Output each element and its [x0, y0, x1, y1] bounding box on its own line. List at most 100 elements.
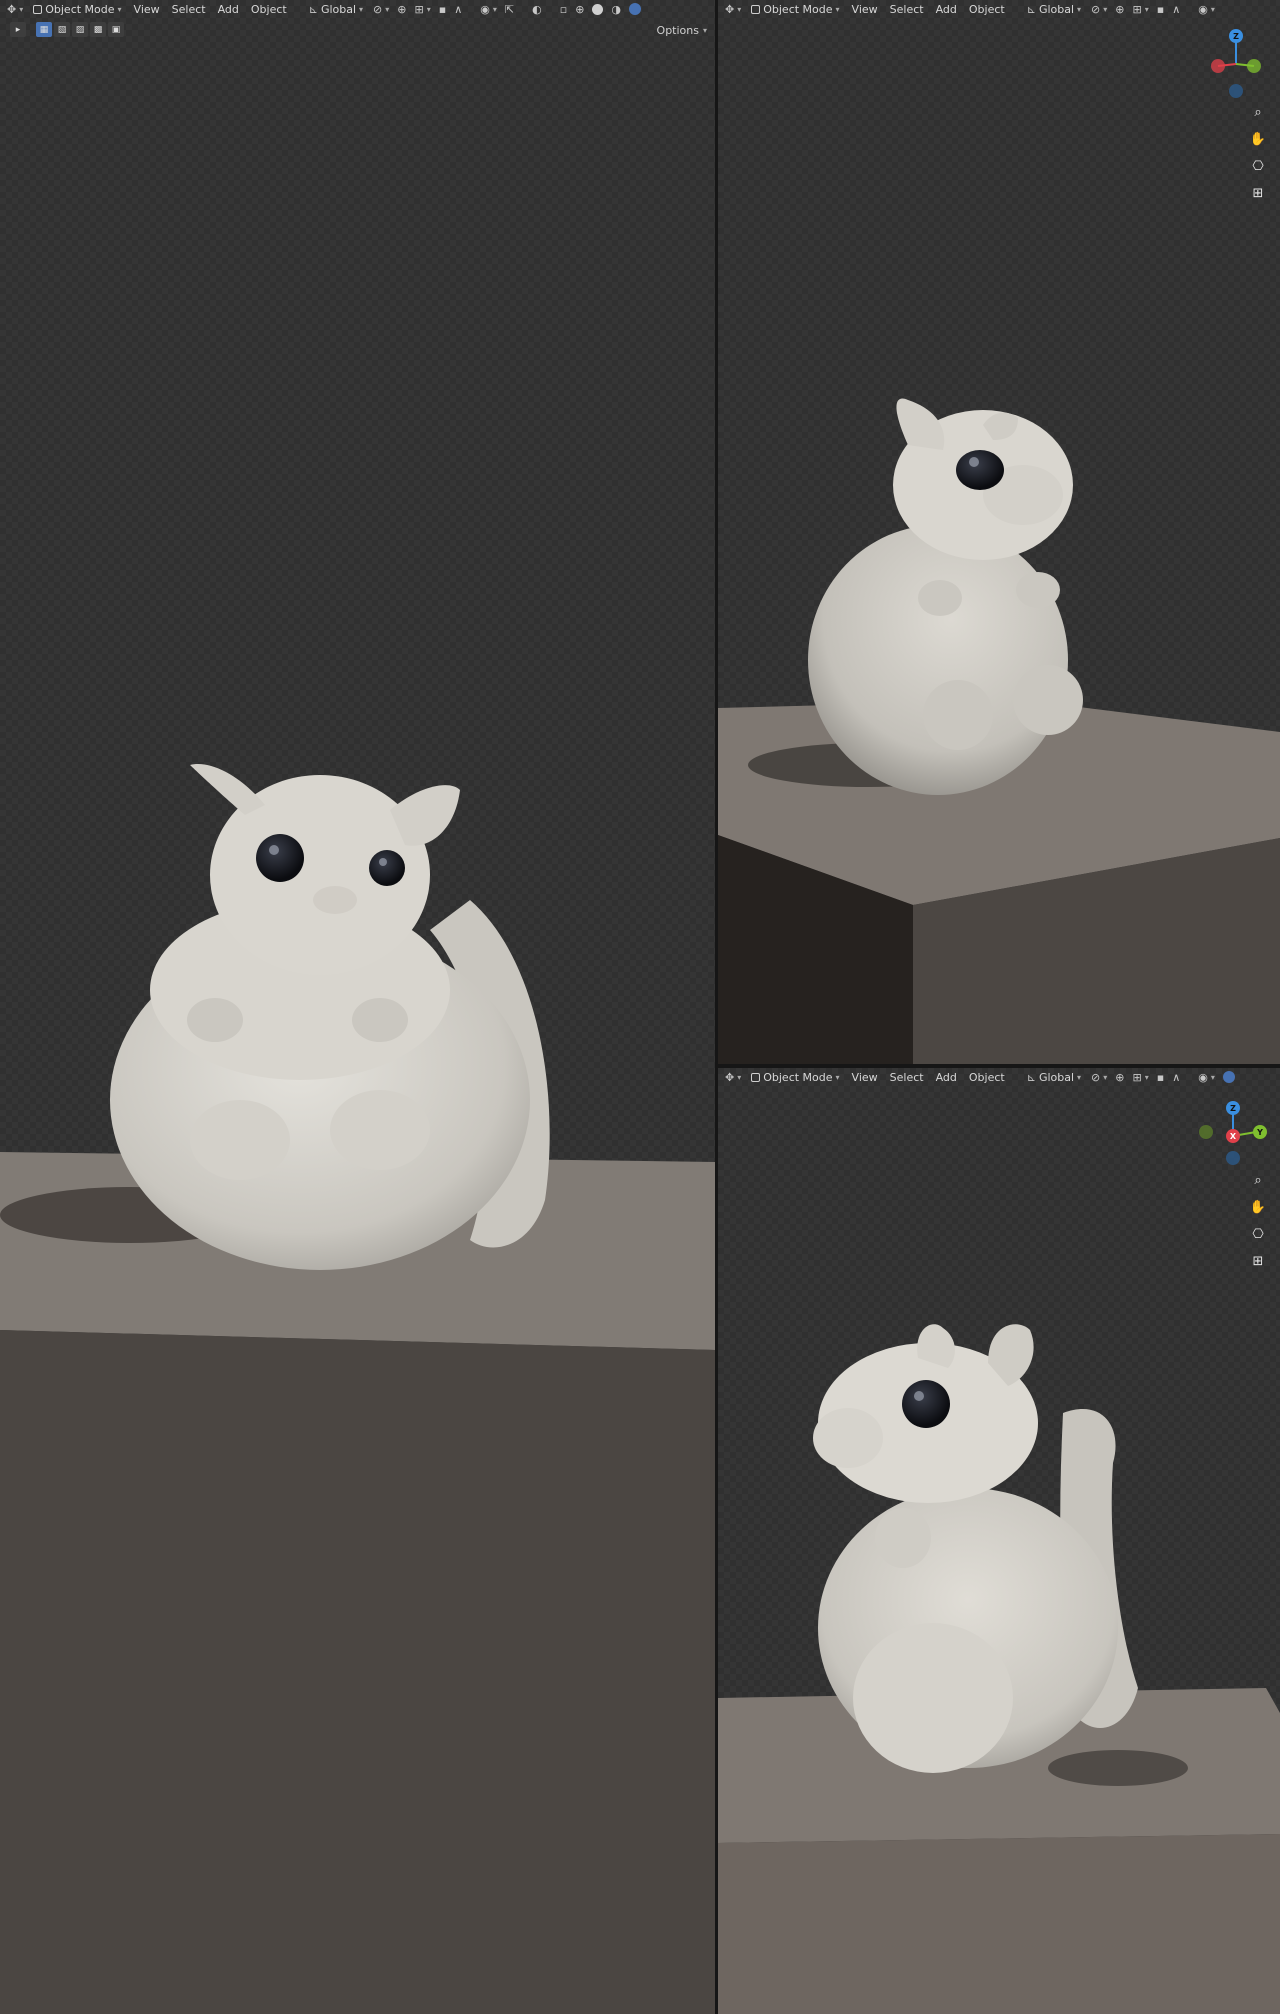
- menu-object[interactable]: Object: [964, 1, 1010, 17]
- render-scene-left: [0, 764, 715, 2014]
- viewport-top-right[interactable]: ✥ ▾ Object Mode ▾ View Select Add Object ⊾…: [718, 0, 1280, 1064]
- perspective-grid-icon[interactable]: ⊞: [1248, 1251, 1268, 1271]
- snap-target-dropdown[interactable]: ⊞ ▾: [1130, 1, 1152, 17]
- menu-add[interactable]: Add: [213, 1, 244, 17]
- pivot-dropdown[interactable]: ⊘ ▾: [370, 1, 392, 17]
- camera-view-icon[interactable]: ⎔: [1248, 1224, 1268, 1244]
- editor-type-button[interactable]: ✥ ▾: [722, 1, 744, 17]
- xray-icon: ▫: [559, 2, 568, 16]
- snap-toggle[interactable]: ⊕: [394, 1, 409, 17]
- select-new-icon[interactable]: ▦: [36, 22, 52, 37]
- menu-object[interactable]: Object: [246, 1, 292, 17]
- orientation-dropdown[interactable]: ⊾ Global ▾: [1022, 1069, 1086, 1085]
- eye-visibility-icon: ◉: [1198, 2, 1208, 16]
- proportional-toggle[interactable]: ▪: [436, 1, 449, 17]
- select-extend-icon[interactable]: ▧: [54, 22, 70, 37]
- gizmo-axis-neg-y[interactable]: [1199, 1125, 1213, 1139]
- transform-orientation-icon: ⊾: [308, 2, 318, 16]
- proportional-edit-icon: ▪: [438, 2, 447, 16]
- zoom-icon[interactable]: ⌕: [1248, 102, 1268, 122]
- tweak-tool-icon[interactable]: ▸: [10, 22, 26, 37]
- falloff-dropdown[interactable]: ∧: [1169, 1, 1183, 17]
- gizmo-axis-y[interactable]: Y: [1253, 1125, 1267, 1139]
- material-shading-icon: ◑: [611, 2, 622, 16]
- snap-toggle[interactable]: ⊕: [1112, 1069, 1127, 1085]
- falloff-dropdown[interactable]: ∧: [1169, 1069, 1183, 1085]
- object-mode-icon: [751, 4, 761, 14]
- mode-dropdown[interactable]: Object Mode ▾: [746, 1069, 844, 1085]
- mode-dropdown[interactable]: Object Mode ▾: [28, 1, 126, 17]
- editor-type-button[interactable]: ✥ ▾: [4, 1, 26, 17]
- globe-editor-icon: ✥: [725, 1070, 735, 1084]
- proportional-edit-icon: ▪: [1156, 1070, 1165, 1084]
- menu-view[interactable]: View: [847, 1069, 883, 1085]
- snap-magnet-icon: ⊕: [397, 2, 407, 16]
- zoom-icon[interactable]: ⌕: [1248, 1170, 1268, 1190]
- viewport-header: ✥ ▾ Object Mode ▾ View Select Add Object ⊾…: [0, 0, 715, 18]
- hand-pan-icon[interactable]: ✋: [1248, 129, 1268, 149]
- snap-magnet-icon: ⊕: [1115, 1070, 1125, 1084]
- proportional-toggle[interactable]: ▪: [1154, 1069, 1167, 1085]
- menu-object[interactable]: Object: [964, 1069, 1010, 1085]
- menu-add[interactable]: Add: [931, 1, 962, 17]
- gizmo-axis-x[interactable]: X: [1226, 1129, 1240, 1143]
- hand-pan-icon[interactable]: ✋: [1248, 1197, 1268, 1217]
- options-dropdown[interactable]: Options ▾: [657, 22, 707, 38]
- overlays-icon: ◐: [532, 2, 542, 16]
- chevron-down-icon: ▾: [835, 4, 840, 14]
- menu-select[interactable]: Select: [885, 1, 929, 17]
- gizmo-axis-z[interactable]: Z: [1229, 29, 1243, 43]
- mode-dropdown[interactable]: Object Mode ▾: [746, 1, 844, 17]
- camera-view-icon[interactable]: ⎔: [1248, 156, 1268, 176]
- navigation-tools: ⌕ ✋ ⎔ ⊞: [1248, 1170, 1268, 1271]
- gizmo-icon: ⇱: [504, 2, 515, 16]
- viewport-bottom-right[interactable]: ✥ ▾ Object Mode ▾ View Select Add Object ⊾…: [718, 1068, 1280, 2014]
- link-icon: ⊘: [1091, 1070, 1101, 1084]
- perspective-grid-icon[interactable]: ⊞: [1248, 183, 1268, 203]
- gizmo-axis-y[interactable]: [1247, 59, 1261, 73]
- navigation-gizmo[interactable]: Z X Y: [1198, 1100, 1268, 1166]
- editor-type-button[interactable]: ✥ ▾: [722, 1069, 744, 1085]
- menu-view[interactable]: View: [129, 1, 165, 17]
- gizmo-axis-x[interactable]: [1211, 59, 1225, 73]
- select-invert-icon[interactable]: ▩: [90, 22, 106, 37]
- viewport-header: ✥ ▾ Object Mode ▾ View Select Add Object ⊾…: [718, 0, 1280, 18]
- shading-solid[interactable]: [589, 1, 606, 17]
- box-front-left: [0, 1330, 715, 2014]
- xray-toggle[interactable]: ▫: [557, 1, 570, 17]
- gizmo-toggle[interactable]: ⇱: [502, 1, 517, 17]
- gizmo-axis-z[interactable]: Z: [1226, 1101, 1240, 1115]
- orientation-dropdown[interactable]: ⊾ Global ▾: [304, 1, 368, 17]
- gizmo-axis-neg-z[interactable]: [1226, 1151, 1240, 1165]
- visibility-dropdown[interactable]: ◉ ▾: [477, 1, 500, 17]
- menu-add[interactable]: Add: [931, 1069, 962, 1085]
- select-subtract-icon[interactable]: ▨: [72, 22, 88, 37]
- viewport-header: ✥ ▾ Object Mode ▾ View Select Add Object ⊾…: [718, 1068, 1280, 1086]
- pivot-dropdown[interactable]: ⊘ ▾: [1088, 1069, 1110, 1085]
- gizmo-toggle[interactable]: [1220, 1069, 1238, 1085]
- mode-label: Object Mode: [763, 1070, 833, 1084]
- navigation-gizmo[interactable]: Z: [1206, 28, 1266, 98]
- snap-target-dropdown[interactable]: ⊞ ▾: [1130, 1069, 1152, 1085]
- snap-target-icon: ⊞: [414, 2, 424, 16]
- pivot-dropdown[interactable]: ⊘ ▾: [1088, 1, 1110, 17]
- visibility-dropdown[interactable]: ◉ ▾: [1195, 1069, 1218, 1085]
- snap-target-dropdown[interactable]: ⊞ ▾: [412, 1, 434, 17]
- gizmo-axis-neg-z[interactable]: [1229, 84, 1243, 98]
- visibility-dropdown[interactable]: ◉ ▾: [1195, 1, 1218, 17]
- menu-select[interactable]: Select: [885, 1069, 929, 1085]
- menu-view[interactable]: View: [847, 1, 883, 17]
- transform-orientation-icon: ⊾: [1026, 2, 1036, 16]
- menu-select[interactable]: Select: [167, 1, 211, 17]
- orientation-dropdown[interactable]: ⊾ Global ▾: [1022, 1, 1086, 17]
- viewport-left[interactable]: ✥ ▾ Object Mode ▾ View Select Add Object ⊾…: [0, 0, 715, 2014]
- select-intersect-icon[interactable]: ▣: [108, 22, 124, 37]
- proportional-toggle[interactable]: ▪: [1154, 1, 1167, 17]
- overlays-toggle[interactable]: ◐: [529, 1, 545, 17]
- shading-rendered[interactable]: [626, 1, 644, 17]
- shading-material[interactable]: ◑: [608, 1, 624, 17]
- snap-toggle[interactable]: ⊕: [1112, 1, 1127, 17]
- falloff-dropdown[interactable]: ∧: [451, 1, 465, 17]
- shading-wireframe[interactable]: ⊕: [572, 1, 587, 17]
- eye-visibility-icon: ◉: [480, 2, 490, 16]
